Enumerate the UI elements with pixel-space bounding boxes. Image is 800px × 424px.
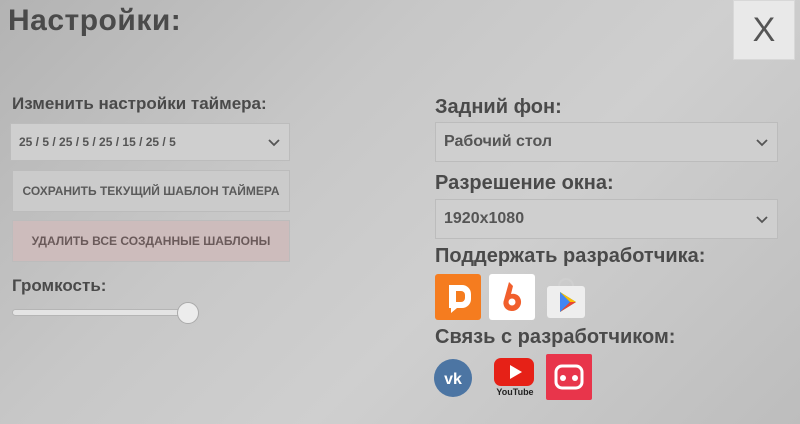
vk-icon[interactable]: vk (430, 355, 476, 401)
resolution-label: Разрешение окна: (435, 172, 614, 194)
background-value: Рабочий стол (444, 133, 553, 150)
page-title: Настройки: (8, 4, 182, 37)
delete-templates-button[interactable]: УДАЛИТЬ ВСЕ СОЗДАННЫЕ ШАБЛОНЫ (12, 220, 290, 262)
youtube-caption: YouTube (496, 387, 534, 397)
support-label: Поддержать разработчика: (435, 245, 706, 267)
resolution-value: 1920x1080 (444, 210, 525, 227)
timer-template-select[interactable]: 25 / 5 / 25 / 5 / 25 / 15 / 25 / 5 (10, 123, 290, 161)
timer-settings-label: Изменить настройки таймера: (12, 94, 267, 113)
chevron-down-icon (268, 139, 280, 147)
volume-slider-fill (13, 310, 188, 315)
save-template-button[interactable]: СОХРАНИТЬ ТЕКУЩИЙ ШАБЛОН ТАЙМЕРА (12, 170, 290, 212)
background-label: Задний фон: (435, 96, 562, 118)
contact-label: Связь с разработчиком: (435, 326, 676, 348)
close-icon: X (752, 10, 776, 49)
volume-slider[interactable] (12, 302, 199, 324)
volume-label: Громкость: (12, 276, 107, 295)
timer-template-value: 25 / 5 / 25 / 5 / 25 / 15 / 25 / 5 (19, 135, 176, 149)
chevron-down-icon (756, 139, 768, 147)
gamejolt-icon[interactable] (546, 354, 592, 400)
close-button[interactable]: X (733, 0, 795, 60)
boosty-icon[interactable] (489, 274, 535, 320)
youtube-icon[interactable]: YouTube (490, 352, 540, 402)
donationalerts-icon[interactable] (435, 274, 481, 320)
chevron-down-icon (756, 216, 768, 224)
background-select[interactable]: Рабочий стол (435, 122, 778, 162)
volume-slider-handle[interactable] (177, 302, 199, 324)
svg-text:vk: vk (444, 371, 462, 388)
resolution-select[interactable]: 1920x1080 (435, 199, 778, 239)
google-play-icon[interactable] (543, 274, 589, 320)
